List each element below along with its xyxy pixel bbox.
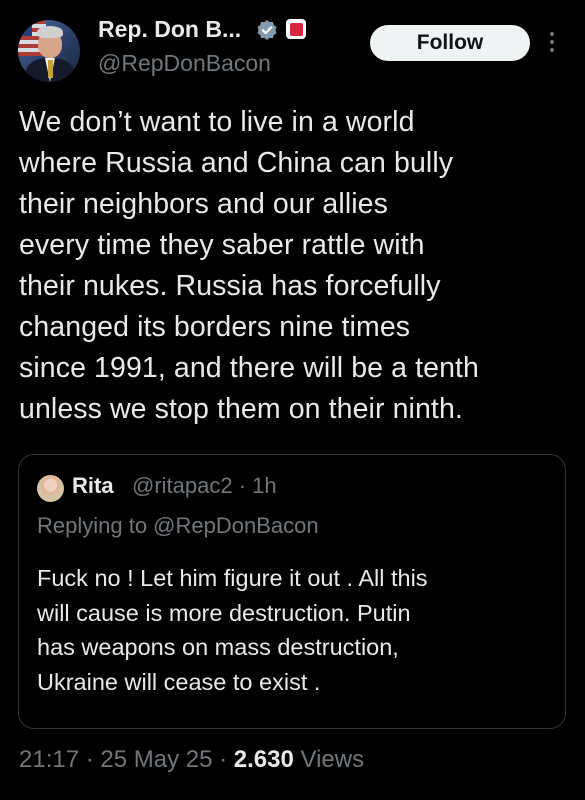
quote-avatar[interactable] xyxy=(37,475,64,502)
quoted-reply-card[interactable]: Rita @ritapac2 · 1h Replying to @RepDonB… xyxy=(18,454,566,729)
author-avatar[interactable] xyxy=(18,20,80,82)
quote-line: will cause is more destruction. Putin xyxy=(37,599,411,626)
more-options-icon[interactable] xyxy=(546,28,558,58)
quote-line: Ukraine will cease to exist . xyxy=(37,668,321,695)
quote-author-meta: @ritapac2 · 1h xyxy=(132,473,277,498)
tweet-text: We don’t want to live in a world where R… xyxy=(19,102,574,430)
tweet-line: since 1991, and there will be a tenth xyxy=(19,352,480,384)
tweet-header: Rep. Don B... @RepDonBacon Follow xyxy=(0,0,585,100)
tweet-line: their neighbors and our allies xyxy=(19,188,388,220)
quote-author-name[interactable]: Rita xyxy=(72,473,114,499)
quote-text: Fuck no ! Let him figure it out . All th… xyxy=(37,561,557,699)
tweet-line: changed its borders nine times xyxy=(19,311,411,343)
tweet-metadata: 21:17 · 25 May 25 · 2.630 Views xyxy=(19,746,364,774)
tweet-line: We don’t want to live in a world xyxy=(19,106,415,138)
author-name[interactable]: Rep. Don B... xyxy=(98,16,241,43)
verified-badge-icon xyxy=(257,20,277,40)
author-handle[interactable]: @RepDonBacon xyxy=(98,50,271,77)
tweet-line: every time they saber rattle with xyxy=(19,229,425,261)
replying-to-label: Replying to @RepDonBacon xyxy=(37,513,319,538)
follow-button[interactable]: Follow xyxy=(370,25,530,61)
quote-line: Fuck no ! Let him figure it out . All th… xyxy=(37,565,428,591)
tweet-line: their nukes. Russia has forcefully xyxy=(19,270,441,302)
views-count: 2.630 xyxy=(233,746,294,773)
tweet-line: where Russia and China can bully xyxy=(19,147,454,179)
timestamp[interactable]: 21:17 · 25 May 25 · xyxy=(19,746,234,773)
tweet-line: unless we stop them on their ninth. xyxy=(19,393,463,425)
government-affiliation-icon xyxy=(286,19,306,39)
quote-line: has weapons on mass destruction, xyxy=(37,634,399,660)
views-label: Views xyxy=(293,746,365,773)
